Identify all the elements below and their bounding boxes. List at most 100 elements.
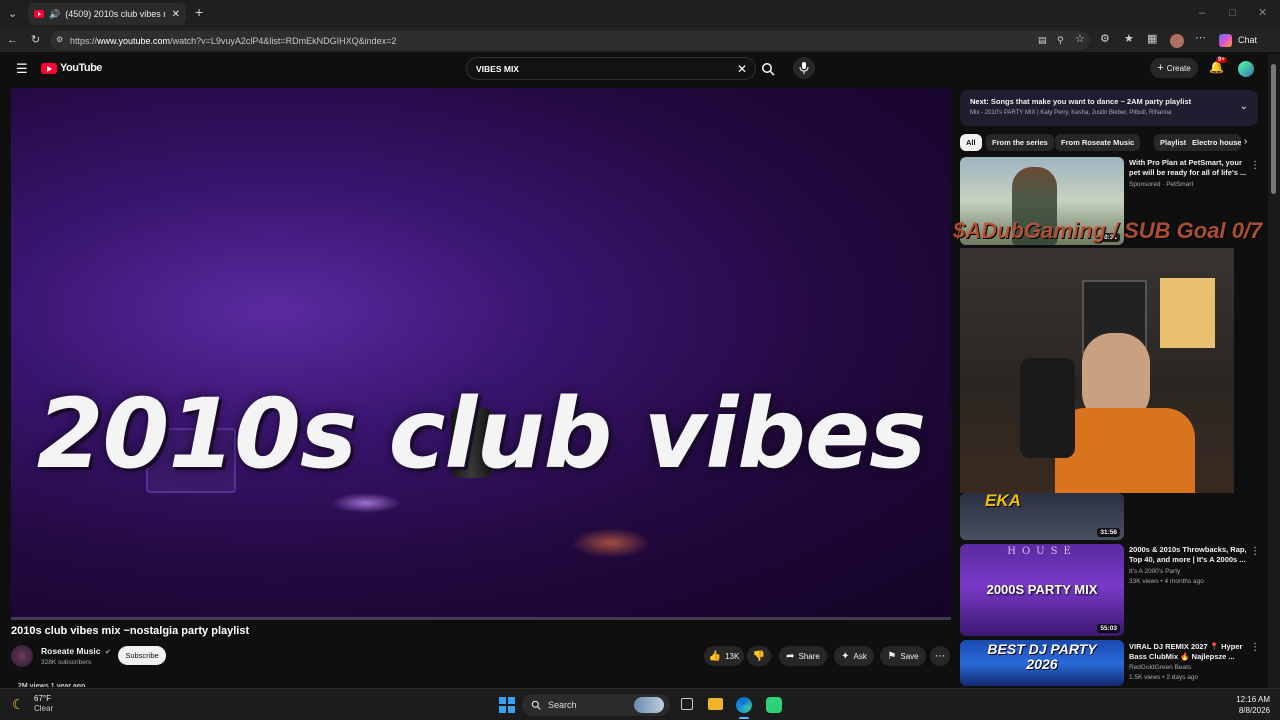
next-prefix: Next: <box>970 97 989 106</box>
mixer-glow-decoration-2 <box>331 493 401 513</box>
person-shirt-decoration <box>1055 408 1195 493</box>
weather-condition: Clear <box>34 704 54 713</box>
chip-from-roseate[interactable]: From Roseate Music <box>1055 134 1141 151</box>
refresh-icon[interactable]: ↻ <box>31 34 40 46</box>
search-icon <box>762 63 775 76</box>
video-player[interactable]: 2010s club vibes <box>11 88 951 619</box>
address-bar-row: ← ↻ ⚙ https://www.youtube.com/watch?v=L9… <box>0 28 1280 53</box>
thumb-text: BEST DJ PARTY 2026 <box>987 641 1097 672</box>
edge-browser-icon[interactable] <box>736 697 752 713</box>
copilot-icon[interactable] <box>1219 34 1232 47</box>
next-in-playlist-box[interactable]: Next: Songs that make you want to dance … <box>960 90 1258 126</box>
dislike-button[interactable]: 👎 <box>747 646 771 666</box>
close-tab-icon[interactable]: ✕ <box>172 9 180 20</box>
temperature: 67°F <box>34 694 51 703</box>
item-sponsor-line: Sponsored · PetSmart <box>1129 181 1194 188</box>
next-subtitle: Mix - 2010's PARTY MIX | Katy Perry, Kes… <box>970 110 1172 116</box>
video-thumbnail-4[interactable]: BEST DJ PARTY 2026 <box>960 640 1124 686</box>
channel-avatar[interactable] <box>11 645 33 667</box>
subscriber-count: 328K subscribers <box>41 658 92 666</box>
hamburger-menu-icon[interactable]: ☰ <box>16 61 28 77</box>
page-scrollbar[interactable] <box>1268 54 1280 688</box>
thumbs-up-icon: 👍 <box>708 650 722 662</box>
task-view-icon[interactable] <box>681 698 693 710</box>
video-duration: 31:56 <box>1097 528 1120 537</box>
back-icon[interactable]: ← <box>7 34 18 46</box>
scrollbar-thumb[interactable] <box>1271 64 1276 194</box>
channel-row: Roseate Music ✔ 328K subscribers <box>11 644 111 668</box>
active-app-indicator <box>739 717 749 719</box>
notification-badge: 9+ <box>1216 57 1227 63</box>
profile-avatar[interactable] <box>1170 34 1184 48</box>
browser-tab[interactable]: 🔊 (4509) 2010s club vibes mix ~ ✕ <box>28 3 186 25</box>
youtube-favicon-icon <box>34 10 44 18</box>
youtube-logo[interactable]: YouTube <box>41 62 102 74</box>
ask-button[interactable]: ✦ Ask <box>834 646 874 666</box>
video-thumbnail-2[interactable]: EKA 31:56 <box>960 493 1124 540</box>
account-avatar[interactable] <box>1238 61 1254 77</box>
item-meta-3[interactable]: 2000s & 2010s Throwbacks, Rap, Top 40, a… <box>1129 545 1247 587</box>
speaker-icon[interactable]: 🔊 <box>49 9 60 20</box>
chip-all[interactable]: All <box>960 134 982 151</box>
search-input[interactable]: VIBES MIX ✕ <box>466 57 756 80</box>
search-value: VIBES MIX <box>476 63 519 74</box>
tab-title: (4509) 2010s club vibes mix ~ <box>65 9 165 19</box>
expand-chevron-icon[interactable]: ⌄ <box>1240 101 1248 112</box>
item-menu-icon[interactable]: ⋮ <box>1250 546 1260 557</box>
maximize-icon[interactable]: □ <box>1229 7 1236 19</box>
like-button[interactable]: 👍 13K <box>704 646 744 666</box>
extensions-icon[interactable]: ⚙ <box>1100 33 1110 45</box>
item-title: 2000s & 2010s Throwbacks, Rap, Top 40, a… <box>1129 545 1247 564</box>
open-in-app-icon[interactable]: ▤ <box>1038 34 1047 46</box>
favorites-icon[interactable]: ★ <box>1124 33 1134 45</box>
url-field[interactable]: ⚙ https://www.youtube.com/watch?v=L9vuyA… <box>50 31 1090 50</box>
subscribe-button[interactable]: Subscribe <box>118 646 166 665</box>
item-menu-icon[interactable]: ⋮ <box>1250 160 1260 171</box>
chat-label[interactable]: Chat <box>1238 35 1257 45</box>
collections-icon[interactable]: ▦ <box>1147 33 1157 45</box>
bookmark-icon: ⚑ <box>887 650 897 662</box>
webcam-overlay <box>960 248 1234 493</box>
views-line: 2M views 1 year ago <box>18 683 86 687</box>
start-button[interactable] <box>499 697 515 713</box>
item-menu-icon[interactable]: ⋮ <box>1250 642 1260 653</box>
clear-search-icon[interactable]: ✕ <box>737 62 747 76</box>
chat-app-icon[interactable] <box>766 697 782 713</box>
video-duration: 55:03 <box>1097 624 1120 633</box>
url-prefix: https:// <box>70 35 98 46</box>
create-button[interactable]: + Create <box>1150 58 1198 78</box>
video-title: 2010s club vibes mix ~nostalgia party pl… <box>11 625 250 637</box>
chip-from-series[interactable]: From the series <box>986 134 1054 151</box>
close-window-icon[interactable]: ✕ <box>1258 7 1267 19</box>
filter-chips: All From the series From Roseate Music P… <box>960 134 1260 152</box>
moon-weather-icon: ☾ <box>12 696 25 712</box>
channel-info: Roseate Music ✔ 328K subscribers <box>41 645 111 668</box>
chip-electro-house[interactable]: Electro house <box>1186 134 1241 151</box>
verified-icon: ✔ <box>104 648 111 656</box>
search-button[interactable] <box>756 57 780 80</box>
voice-search-button[interactable] <box>793 57 815 79</box>
minimize-icon[interactable]: – <box>1199 7 1205 19</box>
site-info-icon[interactable]: ⚙ <box>56 35 63 44</box>
mixer-glow-decoration <box>571 528 651 558</box>
webcam-jersey-decoration <box>1160 278 1215 348</box>
create-label: Create <box>1166 63 1191 73</box>
system-clock[interactable]: 12:16 AM 8/8/2026 <box>1222 694 1270 716</box>
file-explorer-icon[interactable] <box>708 698 723 710</box>
video-thumbnail-3[interactable]: HOUSE 2000S PARTY MIX 55:03 <box>960 544 1124 636</box>
more-menu-icon[interactable]: ⋯ <box>1195 32 1206 44</box>
favorite-star-icon[interactable]: ☆ <box>1075 33 1085 45</box>
new-tab-icon[interactable]: + <box>195 5 203 19</box>
channel-name[interactable]: Roseate Music <box>41 646 101 656</box>
tab-list-icon[interactable]: ⌄ <box>8 8 17 20</box>
more-actions-button[interactable]: ⋯ <box>930 646 950 666</box>
share-button[interactable]: ➦ Share <box>779 646 827 666</box>
taskbar-search[interactable]: Search <box>522 694 670 716</box>
zoom-icon[interactable]: ⚲ <box>1057 34 1064 46</box>
weather-widget[interactable]: 67°F Clear <box>34 694 53 714</box>
video-progress-bar[interactable] <box>11 617 951 620</box>
sponsored-meta[interactable]: With Pro Plan at PetSmart, your pet will… <box>1129 158 1247 190</box>
chips-next-icon[interactable]: › <box>1244 136 1247 147</box>
save-button[interactable]: ⚑ Save <box>880 646 926 666</box>
item-meta-4[interactable]: VIRAL DJ REMIX 2027 📍 Hyper Bass ClubMix… <box>1129 642 1247 683</box>
